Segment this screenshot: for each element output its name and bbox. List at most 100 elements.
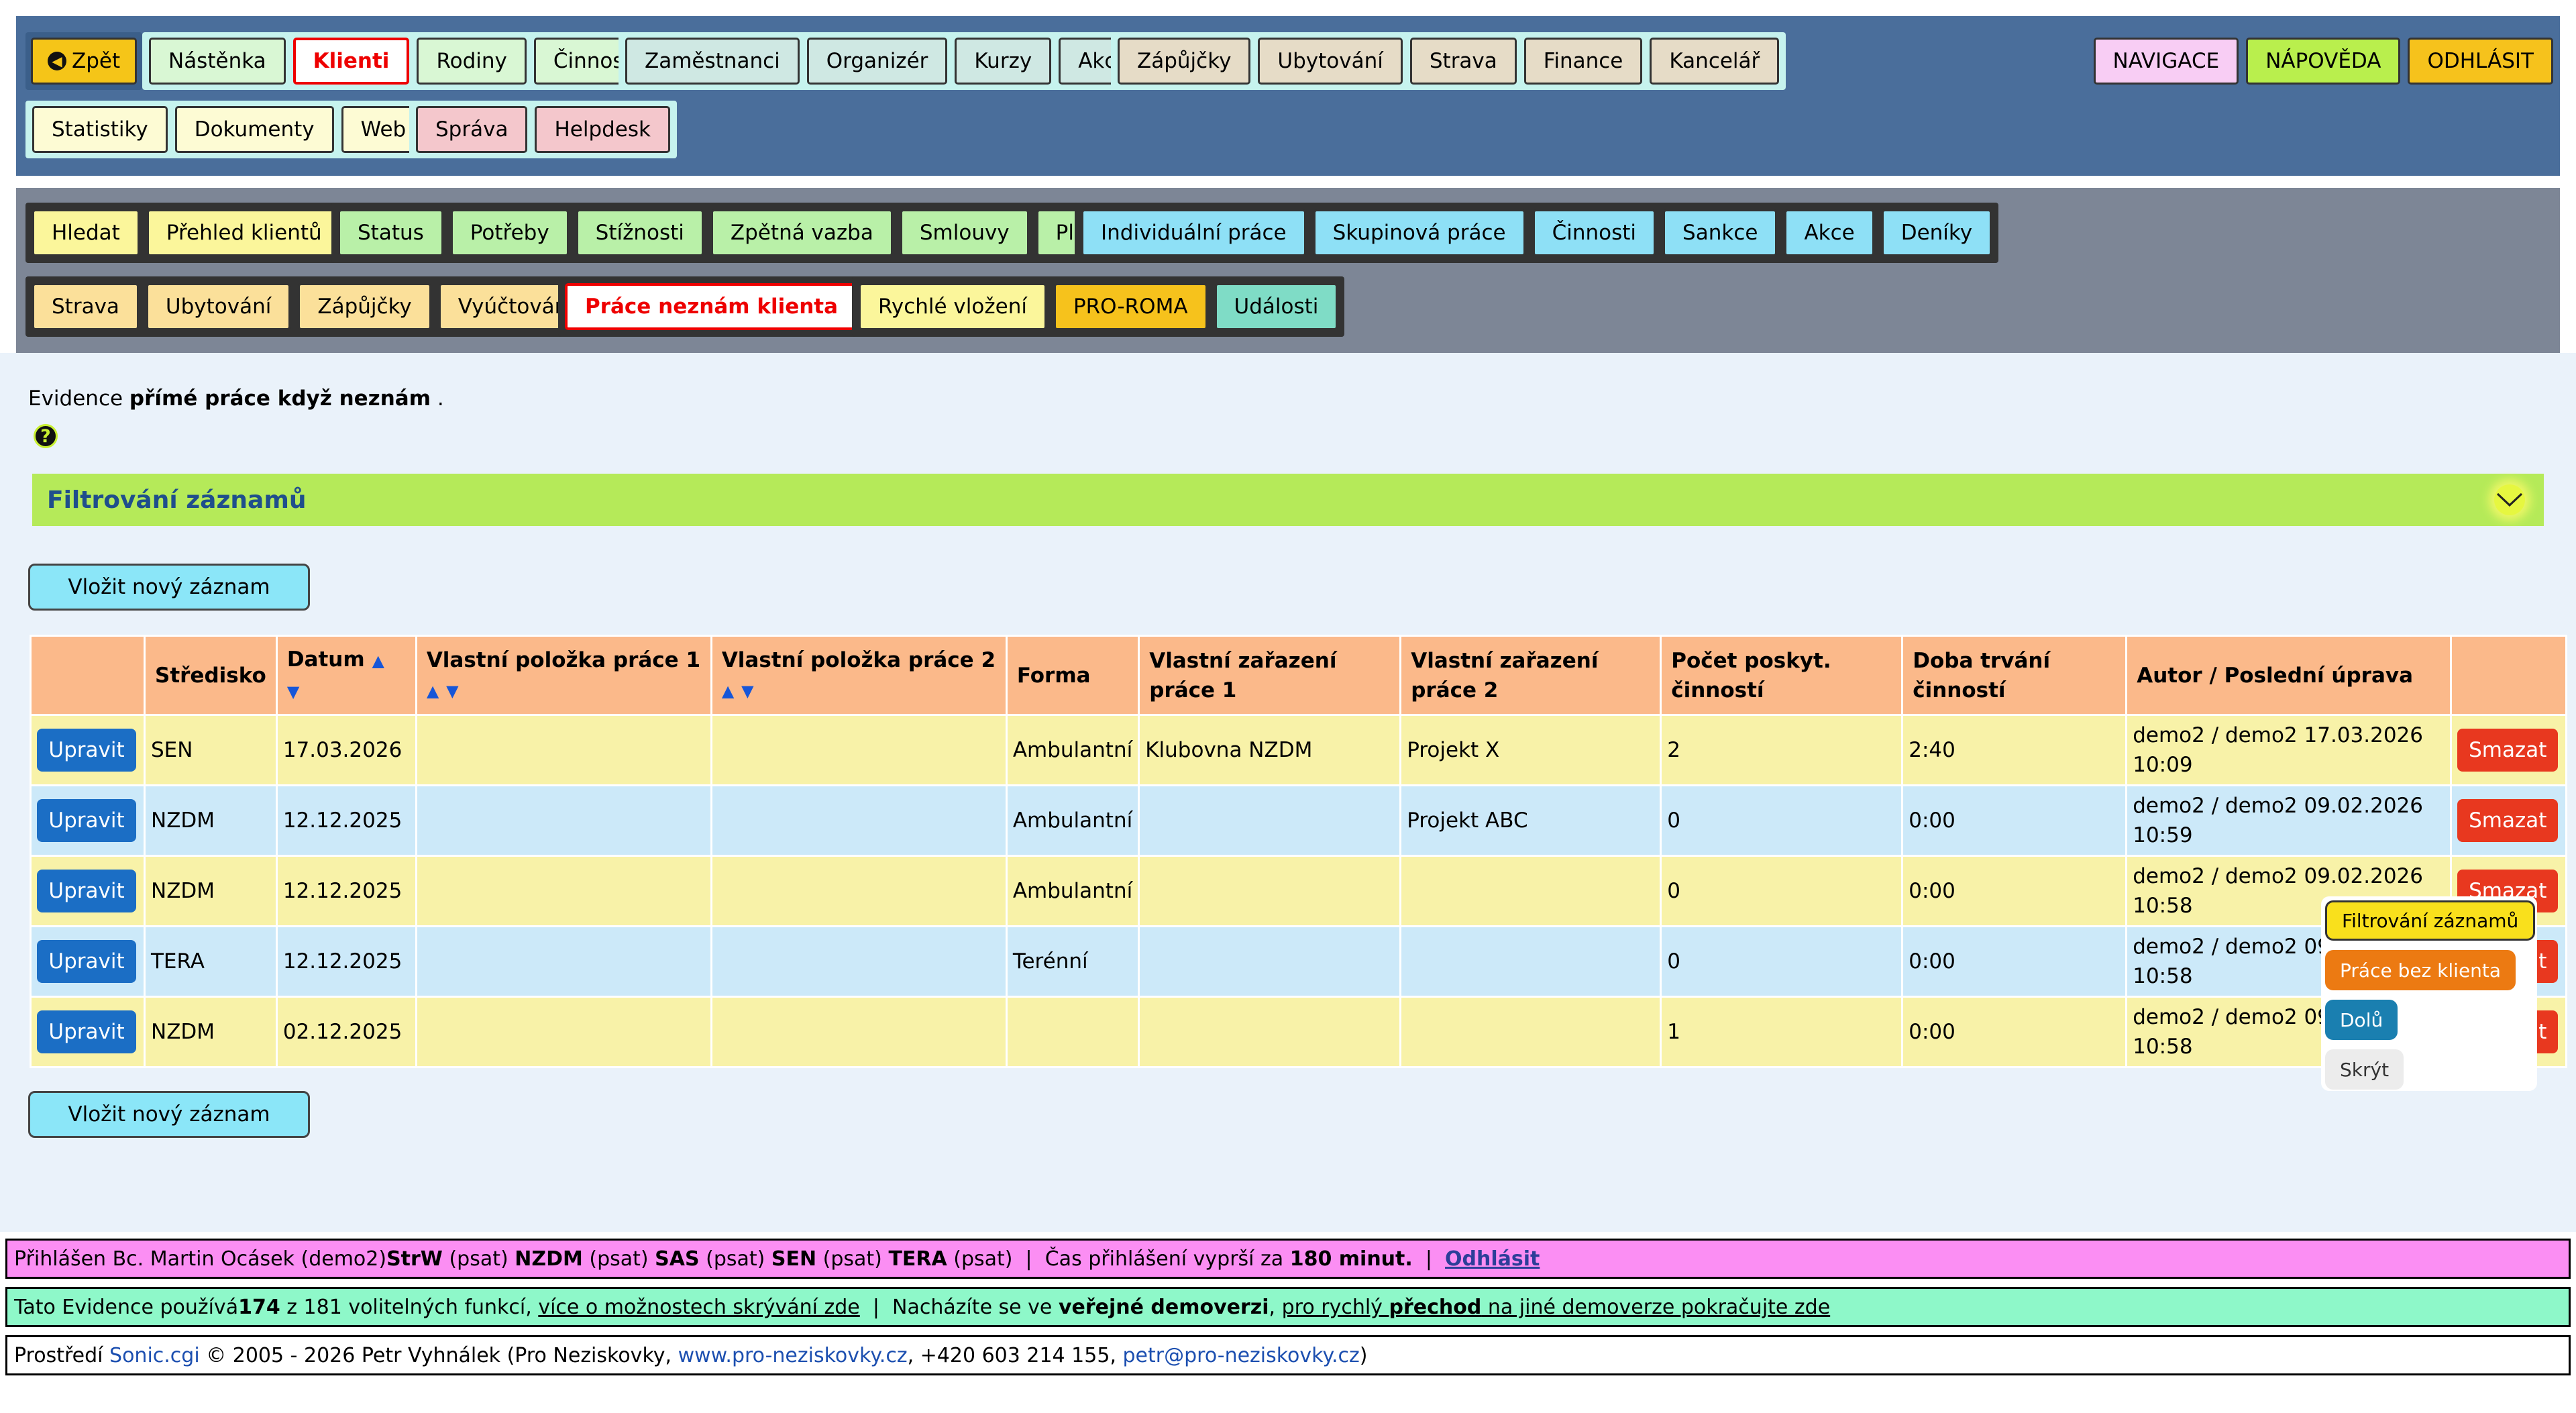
edit-button[interactable]: Upravit xyxy=(37,940,136,983)
subnav-smlouvy[interactable]: Smlouvy xyxy=(900,209,1029,256)
nav-dokumenty[interactable]: Dokumenty xyxy=(174,106,334,153)
col-autor: Autor / Poslední úprava xyxy=(2125,635,2453,716)
subnav-deniky[interactable]: Deníky xyxy=(1881,209,1992,256)
subnav-strava[interactable]: Strava xyxy=(32,283,139,330)
subnav-akce[interactable]: Akce xyxy=(1784,209,1874,256)
cell-polozka1 xyxy=(415,855,712,927)
email-link[interactable]: petr@pro-neziskovky.cz xyxy=(1123,1344,1360,1367)
col-zarazeni1: Vlastní zařazení práce 1 xyxy=(1138,635,1402,716)
filter-section-header[interactable]: Filtrování záznamů xyxy=(32,474,2544,526)
footer-hiding-link[interactable]: více o možnostech skrývání zde xyxy=(538,1296,859,1319)
nav-ubytovani[interactable]: Ubytování xyxy=(1258,38,1403,85)
nav-statistiky[interactable]: Statistiky xyxy=(32,106,168,153)
nav-nastenka[interactable]: Nástěnka xyxy=(149,38,286,85)
subnav-ubytovani[interactable]: Ubytování xyxy=(146,283,291,330)
add-record-button[interactable]: Vložit nový záznam xyxy=(28,564,310,611)
footer-demo-link[interactable]: pro rychlý přechod na jiné demoverze pok… xyxy=(1282,1296,1831,1319)
popup-down-button[interactable]: Dolů xyxy=(2325,1000,2398,1040)
subnav-group-unknown: Práce neznám klienta xyxy=(558,276,865,337)
subnav-status[interactable]: Status xyxy=(338,209,443,256)
sort-desc-icon[interactable]: ▼ xyxy=(287,682,299,701)
delete-button[interactable]: Smazat xyxy=(2457,729,2559,772)
subnav-prehled-klientu[interactable]: Přehled klientů xyxy=(146,209,341,256)
popup-filter-button[interactable]: Filtrování záznamů xyxy=(2325,900,2536,941)
subnav-hledat[interactable]: Hledat xyxy=(32,209,140,256)
subnav-individualni-prace[interactable]: Individuální práce xyxy=(1081,209,1306,256)
edit-button[interactable]: Upravit xyxy=(37,1010,136,1053)
subnav-skupinova-prace[interactable]: Skupinová práce xyxy=(1313,209,1525,256)
subnav-zapujcky[interactable]: Zápůjčky xyxy=(298,283,431,330)
nav-kurzy[interactable]: Kurzy xyxy=(955,38,1052,85)
cell-datum: 02.12.2025 xyxy=(275,996,417,1068)
subnav-rychle-vlozeni[interactable]: Rychlé vložení xyxy=(859,283,1046,330)
subnav-zpetna-vazba[interactable]: Zpětná vazba xyxy=(710,209,893,256)
cell-polozka1 xyxy=(415,714,712,786)
nav-helpdesk[interactable]: Helpdesk xyxy=(535,106,670,153)
nav-organizer[interactable]: Organizér xyxy=(806,38,948,85)
footer-logout-link[interactable]: Odhlásit xyxy=(1445,1247,1540,1271)
nav-strava[interactable]: Strava xyxy=(1409,38,1517,85)
col-zarazeni2: Vlastní zařazení práce 2 xyxy=(1399,635,1662,716)
subnav-udalosti[interactable]: Události xyxy=(1214,283,1338,330)
cell-autor: demo2 / demo2 17.03.2026 10:09 xyxy=(2125,714,2453,786)
cell-datum: 17.03.2026 xyxy=(275,714,417,786)
records-table: Středisko Datum ▲ ▼ Vlastní položka práce… xyxy=(30,635,2568,1068)
sort-asc-icon[interactable]: ▲ xyxy=(372,651,384,670)
sort-desc-icon[interactable]: ▼ xyxy=(741,682,753,700)
help-circle-icon[interactable]: ? xyxy=(34,424,58,448)
delete-cell: Smazat xyxy=(2450,784,2568,857)
website-link[interactable]: www.pro-neziskovky.cz xyxy=(678,1344,908,1367)
cell-zarazeni2 xyxy=(1399,855,1662,927)
sort-asc-icon[interactable]: ▲ xyxy=(427,682,439,700)
subnav-potreby[interactable]: Potřeby xyxy=(450,209,569,256)
cell-pocet: 0 xyxy=(1660,855,1904,927)
cell-doba: 0:00 xyxy=(1901,996,2128,1068)
navigation-button[interactable]: NAVIGACE xyxy=(2093,38,2239,85)
subnav-pro-roma[interactable]: PRO-ROMA xyxy=(1053,283,1208,330)
nav-group-right: NAVIGACE NÁPOVĚDA ODHLÁSIT xyxy=(2093,32,2553,90)
sonic-link[interactable]: Sonic.cgi xyxy=(109,1344,200,1367)
table-row: Upravit NZDM 12.12.2025 Ambulantní 0 0:00 demo… xyxy=(30,855,2568,927)
logout-button[interactable]: ODHLÁSIT xyxy=(2408,38,2553,85)
nav-zapujcky[interactable]: Zápůjčky xyxy=(1118,38,1251,85)
nav-finance[interactable]: Finance xyxy=(1523,38,1643,85)
nav-klienti[interactable]: Klienti xyxy=(292,38,410,85)
cell-polozka1 xyxy=(415,784,712,857)
table-header-row: Středisko Datum ▲ ▼ Vlastní položka práce… xyxy=(30,635,2568,716)
popup-prace-bez-klienta-button[interactable]: Práce bez klienta xyxy=(2325,950,2516,990)
back-arrow-icon: ◀ xyxy=(48,52,66,70)
nav-zamestnanci[interactable]: Zaměstnanci xyxy=(625,38,800,85)
nav-rodiny[interactable]: Rodiny xyxy=(417,38,527,85)
nav-sprava[interactable]: Správa xyxy=(416,106,528,153)
cell-forma: Ambulantní xyxy=(1005,714,1140,786)
sort-desc-icon[interactable]: ▼ xyxy=(446,682,458,700)
cell-pocet: 0 xyxy=(1660,925,1904,998)
nav-kancelar[interactable]: Kancelář xyxy=(1650,38,1780,85)
edit-button[interactable]: Upravit xyxy=(37,799,136,842)
col-doba: Doba trvání činností xyxy=(1901,635,2128,716)
cell-pocet: 2 xyxy=(1660,714,1904,786)
help-button[interactable]: NÁPOVĚDA xyxy=(2246,38,2401,85)
sort-asc-icon[interactable]: ▲ xyxy=(722,682,734,700)
chevron-down-icon[interactable] xyxy=(2494,484,2525,515)
top-navigation: ◀ Zpět Nástěnka Klienti Rodiny Činnosti Z… xyxy=(16,16,2560,176)
col-polozka1: Vlastní položka práce 1 ▲ ▼ xyxy=(415,635,712,716)
main-content: Evidence přímé práce když neznám . ? Fil… xyxy=(0,353,2576,1232)
nav-group-back: ◀ Zpět xyxy=(25,32,143,90)
edit-button[interactable]: Upravit xyxy=(37,729,136,772)
sub-navigation: Hledat Přehled klientů Status Potřeby St… xyxy=(16,188,2560,353)
cell-pocet: 0 xyxy=(1660,784,1904,857)
back-button[interactable]: ◀ Zpět xyxy=(31,38,138,85)
edit-cell: Upravit xyxy=(30,925,146,998)
subnav-prace-neznam-klienta[interactable]: Práce neznám klienta xyxy=(565,283,859,330)
cell-zarazeni1 xyxy=(1138,855,1402,927)
popup-hide-button[interactable]: Skrýt xyxy=(2325,1049,2404,1090)
subnav-stiznosti[interactable]: Stížnosti xyxy=(576,209,704,256)
delete-button[interactable]: Smazat xyxy=(2457,799,2559,842)
table-row: Upravit NZDM 12.12.2025 Ambulantní Projekt A… xyxy=(30,784,2568,857)
subnav-cinnosti[interactable]: Činnosti xyxy=(1532,209,1656,256)
edit-button[interactable]: Upravit xyxy=(37,870,136,912)
cell-forma xyxy=(1005,996,1140,1068)
subnav-sankce[interactable]: Sankce xyxy=(1663,209,1778,256)
add-record-button-bottom[interactable]: Vložit nový záznam xyxy=(28,1091,310,1138)
